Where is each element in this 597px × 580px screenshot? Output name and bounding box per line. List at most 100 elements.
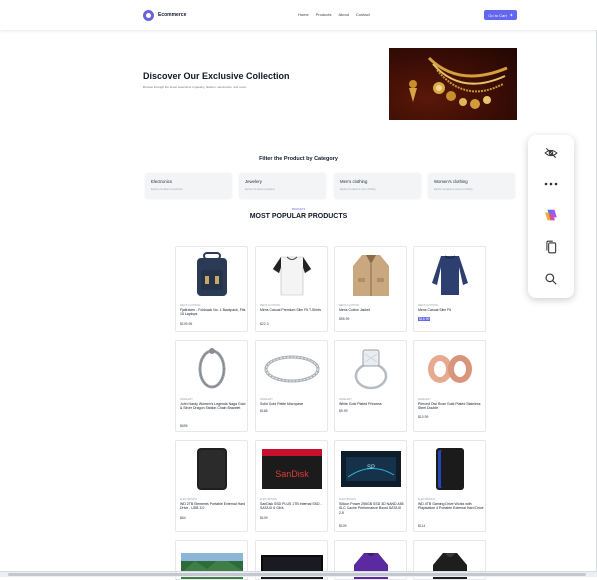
product-category: men's clothing (260, 304, 281, 307)
product-price: $168 (260, 409, 268, 413)
product-category: men's clothing (339, 304, 360, 307)
hero-jewelry-image (389, 48, 517, 120)
sandisk-ssd-image: SanDisk (260, 445, 323, 493)
product-price: $22.3 (260, 322, 269, 326)
brand-logo-icon (143, 9, 154, 21)
product-category: men's clothing (180, 304, 201, 307)
product-card[interactable]: jewelery Solid Gold Petite Micropave $16… (255, 340, 328, 432)
ring-image (260, 345, 323, 393)
category-name: Women's clothing (434, 179, 468, 184)
popular-title: MOST POPULAR PRODUCTS (249, 213, 348, 220)
product-title: SanDisk SSD PLUS 1TB Internal SSD - SATA… (260, 502, 322, 511)
more-options-button[interactable] (528, 172, 574, 196)
brand[interactable]: Ecommerce (143, 9, 186, 21)
copilot-icon (545, 209, 557, 221)
product-price: $114 (418, 524, 426, 528)
product-card[interactable]: SP electronics Silicon Power 256GB SSD 3… (334, 440, 407, 532)
hide-button[interactable] (528, 141, 574, 165)
go-to-cart-button[interactable]: Go to Cart (484, 10, 517, 20)
product-title: John Hardy Women's Legends Naga Gold & S… (180, 402, 246, 411)
product-card[interactable]: jewelery John Hardy Women's Legends Naga… (175, 340, 248, 432)
cart-button-label: Go to Cart (488, 12, 507, 18)
product-title: Silicon Power 256GB SSD 3D NAND A55 SLC … (339, 502, 404, 515)
category-womens-clothing[interactable]: Women's clothing Explore the latest in w… (428, 173, 515, 199)
category-name: Jewelery (245, 179, 262, 184)
copilot-button[interactable] (528, 203, 574, 227)
more-icon (544, 182, 558, 186)
search-icon (545, 273, 557, 285)
product-title: Solid Gold Petite Micropave (260, 402, 304, 406)
product-card[interactable]: men's clothing Mens Casual Slim Fit $15.… (413, 246, 486, 332)
product-title: Pierced Owl Rose Gold Plated Stainless S… (418, 402, 481, 411)
tshirt-image (260, 251, 323, 299)
product-card[interactable]: men's clothing Mens Cotton Jacket $55.99 (334, 246, 407, 332)
product-title: Mens Casual Slim Fit (418, 308, 452, 312)
product-price: $9.99 (339, 409, 348, 413)
nav-link-products[interactable]: Products (316, 12, 332, 17)
product-category: electronics (418, 498, 436, 501)
product-category: electronics (180, 498, 198, 501)
product-category: electronics (339, 498, 357, 501)
copy-icon (546, 240, 557, 254)
product-price: $109 (260, 516, 268, 520)
product-card[interactable]: electronics WD 4TB Gaming Drive Works wi… (413, 440, 486, 532)
product-card[interactable]: jewelery Pierced Owl Rose Gold Plated St… (413, 340, 486, 432)
bracelet-image (180, 345, 243, 393)
category-mens-clothing[interactable]: Men's clothing Explore the latest in men… (334, 173, 421, 199)
scrollbar-thumb[interactable] (8, 573, 586, 576)
product-card[interactable]: jewelery White Gold Plated Princess $9.9… (334, 340, 407, 432)
gaming-drive-image (418, 445, 481, 493)
product-category: jewelery (260, 398, 273, 401)
product-category: jewelery (180, 398, 193, 401)
product-title: WD 4TB Gaming Drive Works with Playstati… (418, 502, 484, 511)
jacket-image (339, 251, 402, 299)
filter-title: Filter the Product by Category (259, 156, 338, 162)
product-card[interactable]: men's clothing Fjallraven - Foldsack No.… (175, 246, 248, 332)
product-price: $109 (339, 524, 347, 528)
nav-links: Home Products About Contact (298, 12, 370, 17)
floating-toolbar (528, 135, 574, 298)
product-card[interactable]: electronics WD 2TB Elements Portable Ext… (175, 440, 248, 532)
copy-button[interactable] (528, 235, 574, 259)
product-title: Fjallraven - Foldsack No. 1 Backpack, Fi… (180, 308, 246, 317)
svg-text:SP: SP (366, 465, 374, 471)
product-title: WD 2TB Elements Portable External Hard D… (180, 502, 246, 511)
earrings-image (418, 345, 481, 393)
diamond-ring-image (339, 345, 402, 393)
category-name: Men's clothing (340, 179, 368, 184)
hero-subtitle: Browse through the finest selections in … (143, 85, 247, 89)
long-sleeve-image (418, 251, 481, 299)
eye-off-icon (544, 147, 558, 159)
nav-link-home[interactable]: Home (298, 12, 309, 17)
category-desc: Explore the latest in women's clothing (434, 189, 473, 191)
product-category: jewelery (339, 398, 352, 401)
popular-kicker: PRODUCTS (291, 208, 306, 211)
cart-arrow-icon (509, 13, 513, 17)
product-price: $64 (180, 516, 186, 520)
horizontal-scrollbar[interactable] (0, 571, 597, 577)
navbar: Ecommerce Home Products About Contact Go… (0, 0, 597, 30)
product-title: Mens Casual Premium Slim Fit T-Shirts (260, 308, 322, 312)
category-desc: Explore the latest in men's clothing (340, 189, 376, 191)
nav-link-about[interactable]: About (338, 12, 348, 17)
product-price: $109.95 (180, 322, 193, 326)
category-desc: Explore the latest in electronics (151, 189, 183, 191)
product-title: White Gold Plated Princess (339, 402, 382, 406)
brand-name: Ecommerce (158, 12, 187, 18)
product-price: $15.99 (418, 317, 431, 321)
hard-drive-image (180, 445, 243, 493)
product-price: $55.99 (339, 317, 350, 321)
hero-title: Discover Our Exclusive Collection (143, 71, 290, 81)
category-electronics[interactable]: Electronics Explore the latest in electr… (145, 173, 232, 199)
silicon-power-ssd-image: SP (339, 445, 402, 493)
search-button[interactable] (528, 267, 574, 291)
backpack-image (180, 251, 243, 299)
product-price: $695 (180, 424, 188, 428)
category-desc: Explore the latest in jewellery (245, 189, 275, 191)
product-category: men's clothing (418, 304, 439, 307)
product-card[interactable]: SanDisk electronics SanDisk SSD PLUS 1TB… (255, 440, 328, 532)
nav-link-contact[interactable]: Contact (356, 12, 370, 17)
category-jewelery[interactable]: Jewelery Explore the latest in jewellery (239, 173, 326, 199)
product-category: jewelery (418, 398, 431, 401)
product-card[interactable]: men's clothing Mens Casual Premium Slim … (255, 246, 328, 332)
